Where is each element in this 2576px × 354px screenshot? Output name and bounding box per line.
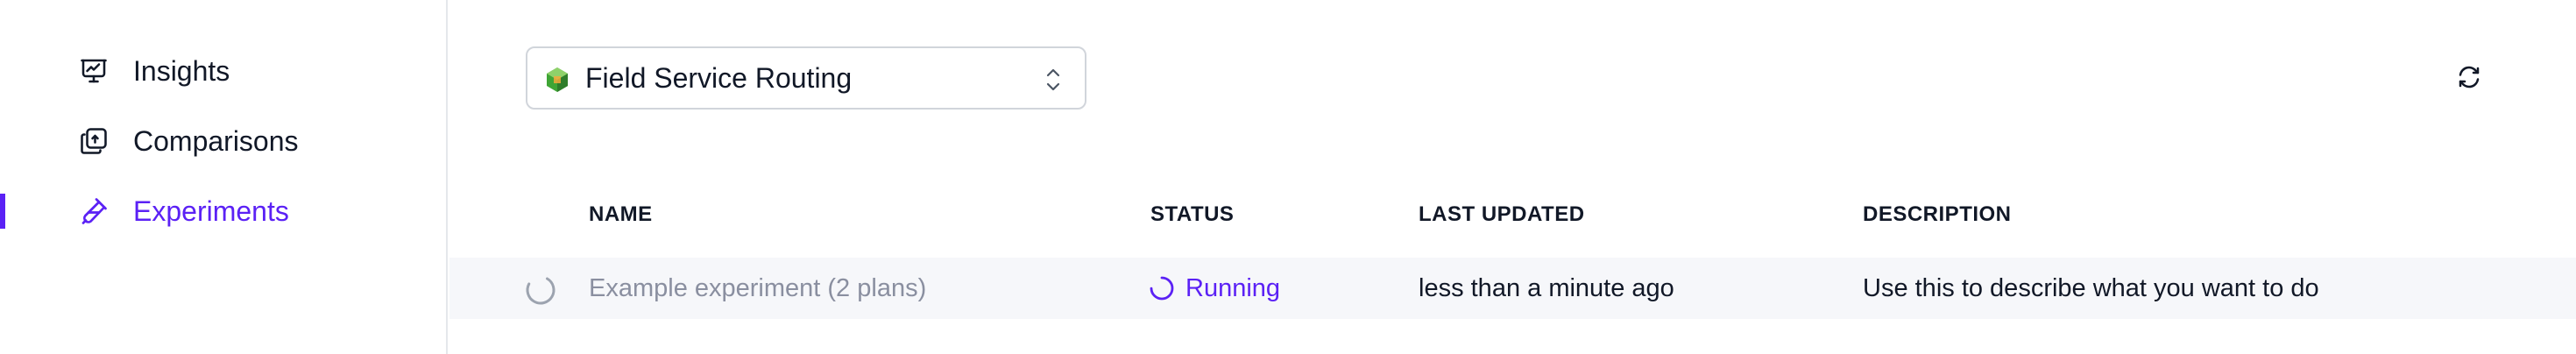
project-selector[interactable]: Field Service Routing <box>526 46 1086 110</box>
column-header-last-updated[interactable]: LAST UPDATED <box>1419 193 1585 237</box>
table-header: NAME STATUS LAST UPDATED DESCRIPTION <box>449 193 2576 237</box>
sidebar-item-comparisons[interactable]: Comparisons <box>0 115 446 167</box>
sidebar-item-label: Insights <box>133 54 230 87</box>
sidebar-item-experiments[interactable]: Experiments <box>0 185 446 237</box>
column-header-status[interactable]: STATUS <box>1150 193 1234 237</box>
active-indicator <box>0 194 5 229</box>
running-spinner-icon <box>1150 276 1174 301</box>
sidebar: Insights Comparisons Experiments <box>0 0 448 354</box>
status-badge: Running <box>1149 258 1280 319</box>
column-header-description[interactable]: DESCRIPTION <box>1863 193 2012 237</box>
refresh-icon <box>2456 64 2482 95</box>
experiment-name[interactable]: Example experiment (2 plans) <box>589 258 926 319</box>
sidebar-item-label: Comparisons <box>133 124 299 157</box>
description-cell: Use this to describe what you want to do <box>1863 274 2319 302</box>
sidebar-item-label: Experiments <box>133 195 289 227</box>
last-updated-cell: less than a minute ago <box>1419 274 1674 302</box>
loading-spinner-icon <box>525 274 556 306</box>
status-text: Running <box>1185 273 1281 302</box>
experiment-icon <box>77 195 110 228</box>
presentation-chart-icon <box>77 54 110 88</box>
chevron-up-down-icon <box>1043 64 1064 96</box>
sidebar-item-insights[interactable]: Insights <box>0 45 446 97</box>
compare-icon <box>77 124 110 158</box>
project-selector-value: Field Service Routing <box>585 61 853 94</box>
cube-icon <box>543 66 571 94</box>
column-header-name[interactable]: NAME <box>589 193 653 237</box>
table-row[interactable]: Example experiment (2 plans) Running les… <box>449 258 2576 319</box>
refresh-button[interactable] <box>2450 60 2488 98</box>
